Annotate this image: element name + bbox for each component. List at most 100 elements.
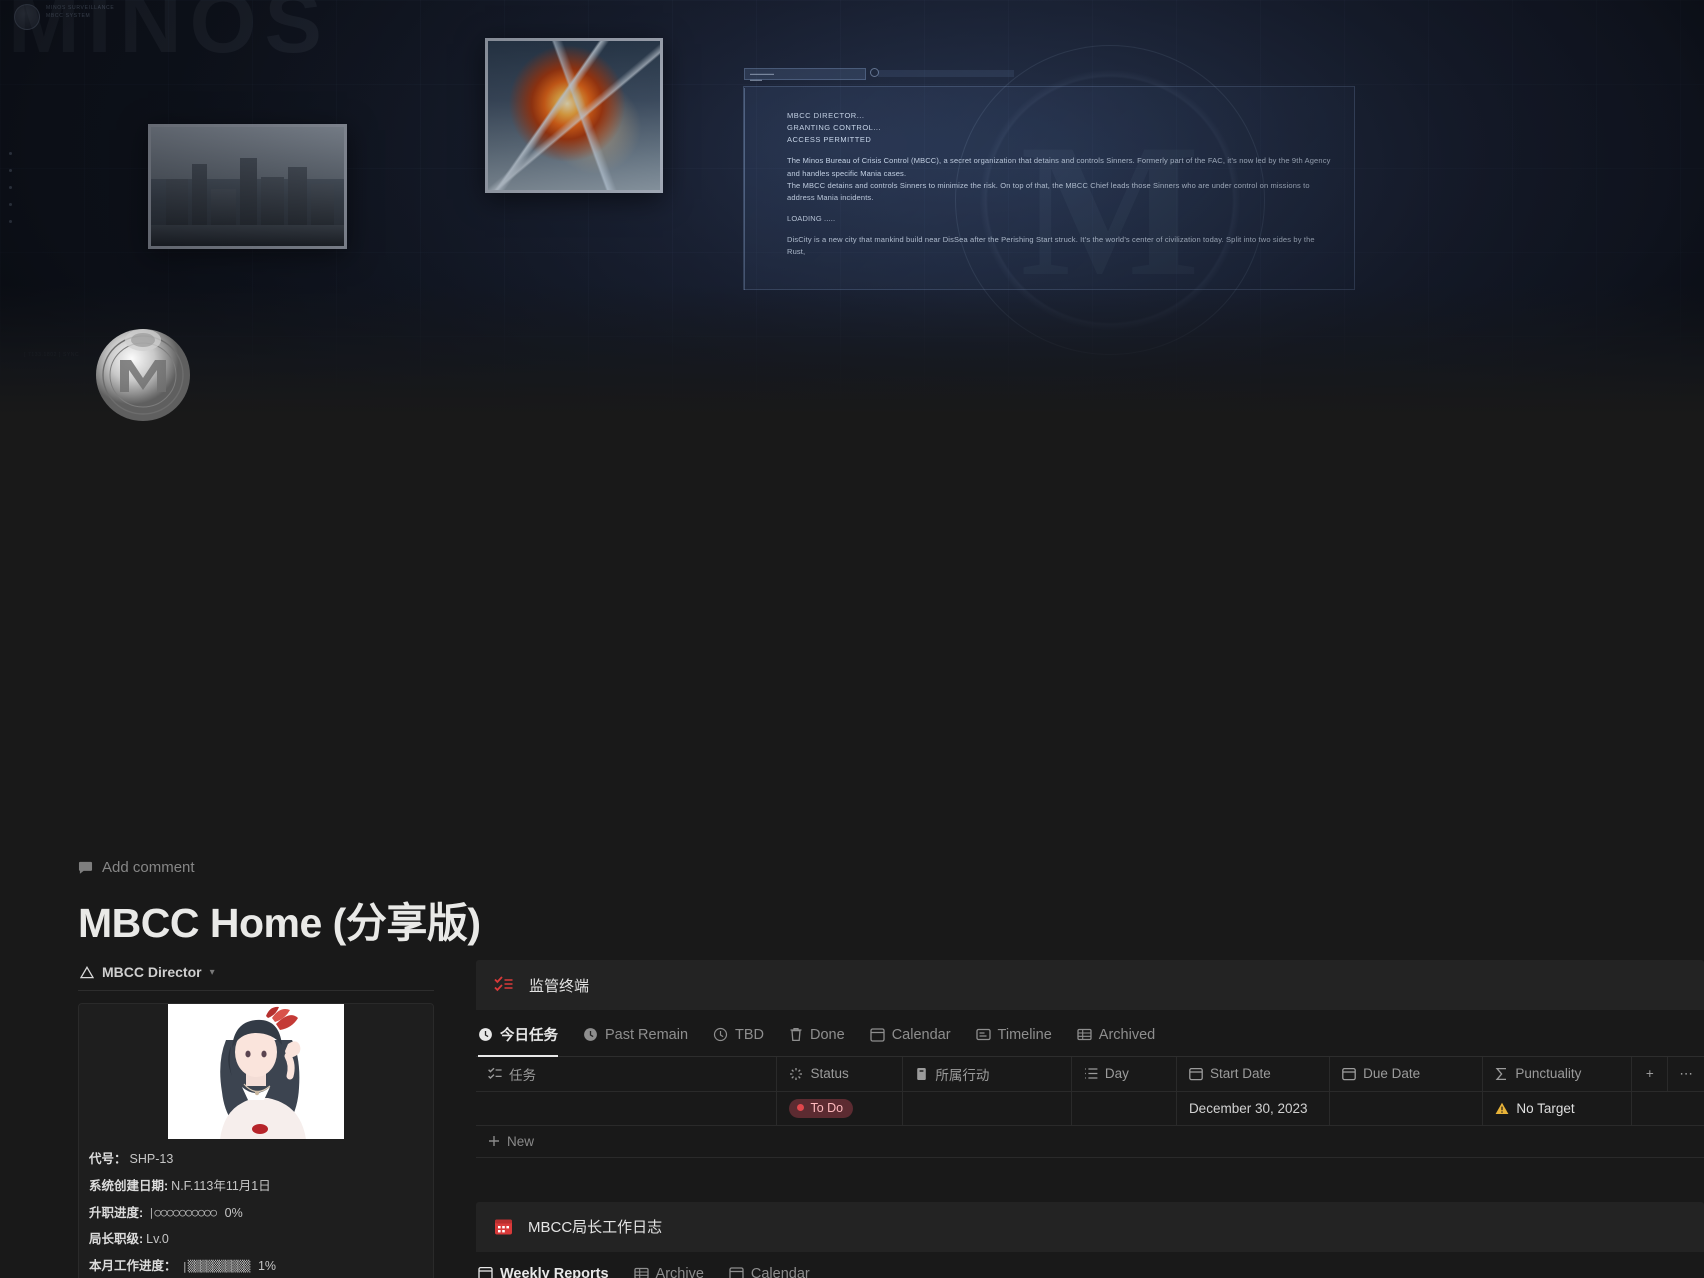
gallery-card-item[interactable]: 代号： SHP-13 系统创建日期: N.F.113年11月1日 升职进度: |… bbox=[78, 1003, 434, 1278]
column-label: Start Date bbox=[1209, 1066, 1271, 1082]
db1-header[interactable]: 监管终端 bbox=[476, 960, 1704, 1010]
monthly-progress-bar: |▒▒▒▒▒▒▒▒▒▒ bbox=[181, 1259, 251, 1273]
tab-today-tasks[interactable]: 今日任务 bbox=[478, 1024, 558, 1057]
db1-title: 监管终端 bbox=[529, 977, 590, 995]
add-column-label: + bbox=[1645, 1066, 1654, 1082]
tab-calendar[interactable]: Calendar bbox=[870, 1027, 951, 1054]
triangle-icon bbox=[80, 965, 94, 979]
page-icon bbox=[478, 1266, 493, 1278]
tab-archived[interactable]: Archived bbox=[1077, 1027, 1155, 1054]
tab-label: Calendar bbox=[891, 1026, 951, 1043]
card-line-label: 升职进度: bbox=[89, 1205, 144, 1220]
cell-start-date[interactable]: December 30, 2023 bbox=[1176, 1091, 1331, 1126]
calendar-icon bbox=[870, 1027, 885, 1042]
cell-action[interactable] bbox=[902, 1091, 1072, 1126]
new-row-label: New bbox=[507, 1133, 535, 1149]
tab-label: Weekly Reports bbox=[500, 1265, 609, 1278]
tab-label: TBD bbox=[735, 1026, 765, 1043]
tab-label: Timeline bbox=[997, 1026, 1052, 1043]
card-line-value: Lv.0 bbox=[146, 1232, 169, 1247]
add-comment-button[interactable]: Add comment bbox=[78, 859, 195, 876]
tab-label: 今日任务 bbox=[500, 1028, 558, 1044]
db2-header[interactable]: MBCC局长工作日志 bbox=[476, 1201, 1704, 1252]
column-header-due-date[interactable]: Due Date bbox=[1329, 1057, 1484, 1092]
cell-spacer-1 bbox=[1631, 1091, 1668, 1126]
sigma-icon bbox=[1495, 1067, 1508, 1081]
punctuality-label: No Target bbox=[1516, 1100, 1575, 1116]
tab-timeline[interactable]: Timeline bbox=[975, 1026, 1052, 1054]
card-line-label: 代号： bbox=[89, 1152, 127, 1166]
column-header-status[interactable]: Status bbox=[776, 1057, 904, 1092]
db2-tabs: Weekly Reports Archive Calendar bbox=[476, 1252, 1704, 1278]
calendar-icon bbox=[729, 1266, 744, 1278]
property-mbcc-director[interactable]: MBCC Director ▾ bbox=[78, 960, 434, 991]
cell-status[interactable]: To Do bbox=[776, 1091, 904, 1126]
db1-table: 任务 Status 所属行动 Day Start Date Due Date P… bbox=[476, 1057, 1704, 1126]
column-label: Status bbox=[810, 1066, 849, 1082]
column-header-punctuality[interactable]: Punctuality bbox=[1482, 1057, 1633, 1092]
column-header-task[interactable]: 任务 bbox=[476, 1057, 778, 1092]
status-dot-icon bbox=[797, 1104, 805, 1111]
status-badge: To Do bbox=[789, 1098, 854, 1118]
tab-label: Archive bbox=[655, 1265, 704, 1278]
db1-new-row-button[interactable]: New bbox=[476, 1126, 1704, 1158]
add-column-button[interactable]: + bbox=[1631, 1057, 1669, 1092]
page-title: MBCC Home (分享版) bbox=[78, 900, 481, 946]
card-line: 代号： SHP-13 bbox=[89, 1152, 423, 1167]
cell-task[interactable] bbox=[476, 1091, 778, 1126]
list-icon bbox=[1084, 1067, 1098, 1080]
left-column: MBCC Director ▾ 代号： SHP-13 系统创建日期: N.F.1… bbox=[78, 960, 434, 1278]
date-icon bbox=[1189, 1067, 1203, 1081]
tab-past-remain[interactable]: Past Remain bbox=[583, 1027, 688, 1054]
add-comment-label: Add comment bbox=[102, 859, 195, 876]
timeline-icon bbox=[975, 1027, 991, 1042]
column-header-action[interactable]: 所属行动 bbox=[902, 1057, 1072, 1092]
status-badge-label: To Do bbox=[810, 1100, 844, 1115]
tab-done[interactable]: Done bbox=[789, 1027, 845, 1054]
date-icon bbox=[1342, 1067, 1357, 1081]
cell-due-date[interactable] bbox=[1329, 1091, 1484, 1126]
cell-punctuality[interactable]: No Target bbox=[1482, 1091, 1633, 1126]
card-line: 局长职级: Lv.0 bbox=[89, 1232, 423, 1247]
gallery-card-body: 代号： SHP-13 系统创建日期: N.F.113年11月1日 升职进度: |… bbox=[79, 1139, 433, 1278]
tab-calendar-2[interactable]: Calendar bbox=[729, 1266, 810, 1278]
checklist-icon bbox=[488, 1067, 502, 1080]
plus-icon bbox=[488, 1135, 500, 1147]
tab-weekly-reports[interactable]: Weekly Reports bbox=[478, 1266, 609, 1278]
tab-archive[interactable]: Archive bbox=[633, 1265, 704, 1278]
page-icon-mbcc-medal[interactable] bbox=[93, 320, 193, 424]
table-row[interactable]: To Do December 30, 2023 No Target bbox=[476, 1091, 1704, 1126]
column-label: 所属行动 bbox=[935, 1067, 990, 1083]
card-line-value: N.F.113年11月1日 bbox=[171, 1178, 271, 1193]
more-menu-label: ⋯ bbox=[1679, 1065, 1693, 1081]
tab-tbd[interactable]: TBD bbox=[713, 1027, 764, 1054]
db1-tabs: 今日任务 Past Remain TBD Done Calendar Timel… bbox=[476, 1010, 1704, 1057]
property-label: MBCC Director bbox=[102, 964, 202, 980]
relation-icon bbox=[915, 1067, 928, 1081]
table-icon bbox=[633, 1266, 649, 1278]
comment-icon bbox=[78, 861, 93, 875]
tab-label: Done bbox=[810, 1026, 845, 1043]
trash-icon bbox=[789, 1027, 803, 1042]
chevron-down-icon[interactable]: ▾ bbox=[210, 967, 215, 978]
column-label: Day bbox=[1104, 1066, 1129, 1082]
hero-banner: MINOS MINOS SURVEILLANCEMBCC SYSTEM [ 71… bbox=[0, 0, 1704, 415]
clock-icon bbox=[583, 1027, 598, 1042]
character-portrait bbox=[168, 1004, 344, 1139]
tab-label: Past Remain bbox=[605, 1026, 689, 1043]
cell-day[interactable] bbox=[1071, 1091, 1177, 1126]
card-line-value: SHP-13 bbox=[129, 1152, 174, 1166]
clock-icon bbox=[478, 1027, 493, 1042]
column-header-day[interactable]: Day bbox=[1071, 1057, 1177, 1092]
card-line: 系统创建日期: N.F.113年11月1日 bbox=[89, 1178, 423, 1194]
card-line-value: 1% bbox=[257, 1259, 277, 1273]
cell-spacer-2 bbox=[1667, 1091, 1704, 1126]
hero-bottom-fade bbox=[0, 285, 1704, 415]
card-line-label: 本月工作进度： bbox=[89, 1259, 177, 1273]
card-line: 升职进度: |○○○○○○○○○○ 0% bbox=[89, 1205, 423, 1221]
clock-icon bbox=[713, 1027, 728, 1042]
column-header-start-date[interactable]: Start Date bbox=[1176, 1057, 1331, 1092]
tab-label: Calendar bbox=[750, 1265, 810, 1278]
card-line-label: 局长职级: bbox=[89, 1232, 144, 1247]
table-more-menu-button[interactable]: ⋯ bbox=[1667, 1057, 1704, 1092]
